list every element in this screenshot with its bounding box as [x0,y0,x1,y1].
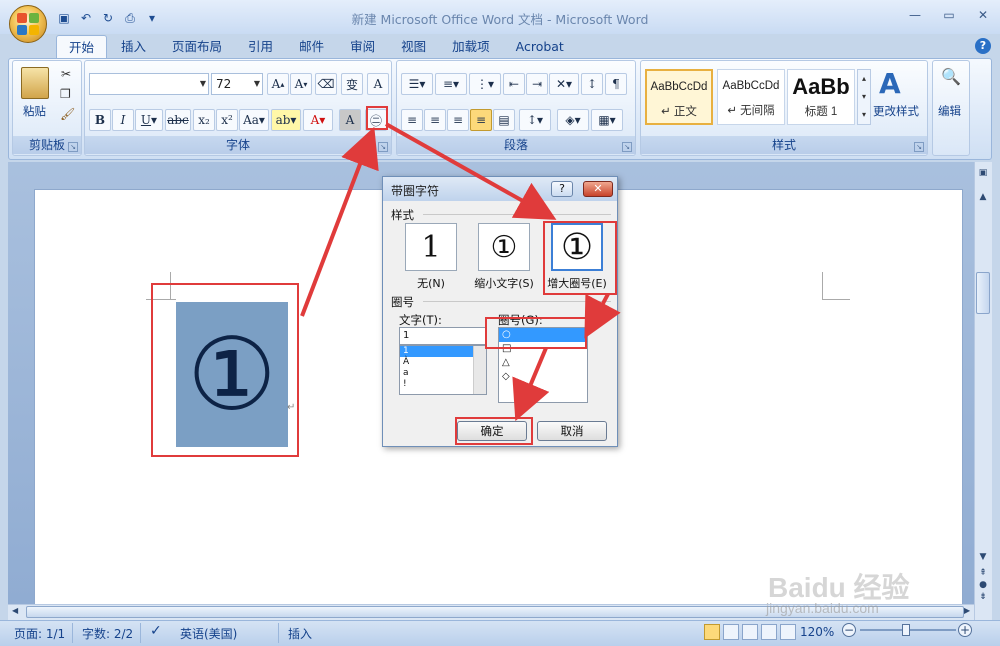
full-screen-reading-icon[interactable] [723,624,739,640]
annotation-arrows [300,122,621,422]
divider [278,623,279,643]
status-language[interactable]: 英语(美国) [180,625,237,642]
view-buttons [704,624,796,640]
status-page[interactable]: 页面: 1/1 [14,625,65,642]
office-logo-icon [17,13,39,35]
watermark-url: jingyan.baidu.com [766,600,879,616]
annotation-arrow [512,347,550,422]
divider [140,623,141,643]
print-layout-icon[interactable] [704,624,720,640]
divider [72,623,73,643]
status-mode[interactable]: 插入 [288,625,312,642]
zoom-in-icon[interactable]: + [958,623,972,637]
office-button[interactable] [9,5,47,43]
annotation-arrow [385,122,557,220]
draft-icon[interactable] [780,624,796,640]
web-layout-icon[interactable] [742,624,758,640]
zoom-slider-thumb[interactable] [902,624,910,636]
zoom-out-icon[interactable]: − [842,623,856,637]
annotation-arrow [300,126,379,317]
annotation-arrow [584,293,621,339]
status-words[interactable]: 字数: 2/2 [82,625,133,642]
proofing-icon[interactable]: ✓ [150,623,162,639]
outline-icon[interactable] [761,624,777,640]
zoom-level[interactable]: 120% [800,625,834,639]
